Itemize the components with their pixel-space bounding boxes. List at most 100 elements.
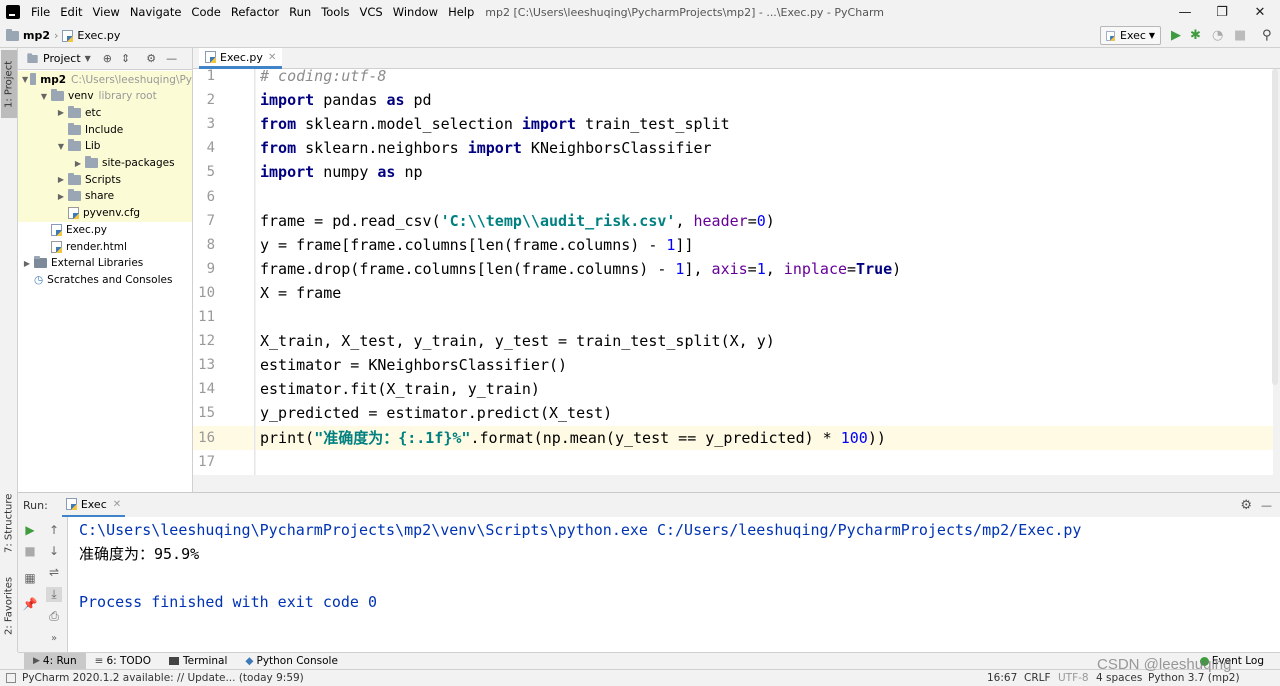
play-icon: ▶ — [33, 656, 40, 666]
chevron-down-icon[interactable]: ▼ — [39, 92, 49, 101]
scroll-to-end-icon[interactable]: ⤓ — [46, 587, 62, 602]
menu-refactor[interactable]: Refactor — [226, 5, 284, 19]
chevron-down-icon[interactable]: ▼ — [85, 54, 91, 63]
tree-item-label: Scripts — [85, 173, 121, 186]
menu-edit[interactable]: Edit — [55, 5, 87, 19]
tree-item[interactable]: ▶ share — [18, 187, 192, 205]
gear-icon[interactable]: ⚙ — [146, 52, 156, 65]
menu-code[interactable]: Code — [186, 5, 225, 19]
python-file-icon — [1106, 30, 1115, 41]
tree-item[interactable]: ▼ mp2 C:\Users\leeshuqing\Py — [18, 71, 192, 88]
run-icon[interactable]: ▶ — [1171, 28, 1181, 43]
chevron-right-icon[interactable]: ▶ — [56, 108, 66, 117]
line-number: 13 — [198, 357, 215, 374]
status-message[interactable]: PyCharm 2020.1.2 available: // Update...… — [22, 672, 304, 684]
code-line: import pandas as pd — [260, 88, 432, 112]
locate-icon[interactable]: ⊕ — [103, 52, 112, 65]
gear-icon[interactable]: ⚙ — [1240, 498, 1252, 513]
chevron-down-icon[interactable]: ▼ — [56, 142, 66, 151]
tab-terminal[interactable]: Terminal — [160, 653, 236, 670]
menu-tools[interactable]: Tools — [316, 5, 354, 19]
stop-icon[interactable]: ■ — [1234, 28, 1246, 43]
tree-item[interactable]: Exec.py — [18, 221, 192, 238]
chevron-right-icon[interactable]: ▶ — [73, 159, 83, 168]
file-encoding[interactable]: UTF-8 — [1058, 672, 1089, 684]
breadcrumb-file[interactable]: Exec.py — [77, 29, 120, 42]
tree-item[interactable]: render.html — [18, 238, 192, 255]
menu-vcs[interactable]: VCS — [355, 5, 388, 19]
restore-icon[interactable]: ❐ — [1203, 0, 1241, 24]
code-token: )) — [867, 428, 886, 447]
tab-todo[interactable]: ≡ 6: TODO — [86, 653, 160, 670]
rerun-icon[interactable]: ▶ — [22, 523, 38, 537]
menu-bar: File Edit View Navigate Code Refactor Run Tools… — [26, 5, 479, 19]
tree-item[interactable]: ◷ Scratches and Consoles — [18, 271, 192, 288]
layout-icon[interactable]: ▦ — [22, 571, 38, 585]
watermark: CSDN @leeshuqing — [1097, 656, 1232, 673]
python-interpreter[interactable]: Python 3.7 (mp2) — [1148, 672, 1240, 684]
menu-help[interactable]: Help — [443, 5, 479, 19]
code-editor[interactable]: # coding:utf-8 import pandas as pd from sk… — [256, 69, 1273, 475]
chevron-down-icon: ▼ — [1148, 31, 1155, 40]
tab-run[interactable]: ▶ 4: Run — [24, 652, 86, 670]
breadcrumb-project[interactable]: mp2 — [23, 29, 50, 42]
tree-item[interactable]: ▼ Lib — [18, 137, 192, 155]
stop-icon[interactable]: ■ — [22, 544, 38, 558]
console-line: 准确度为：95.9% — [79, 545, 200, 563]
chevron-right-icon[interactable]: ▶ — [22, 259, 32, 268]
navigation-bar: mp2 › Exec.py Exec ▼ ▶ ✱ ◔ ■ ⚲ — [0, 24, 1280, 48]
chevron-right-icon[interactable]: ▶ — [56, 192, 66, 201]
run-tab-exec[interactable]: Exec ✕ — [61, 493, 126, 517]
menu-view[interactable]: View — [88, 5, 125, 19]
code-token: import — [260, 91, 315, 110]
line-separator[interactable]: CRLF — [1024, 672, 1051, 684]
tree-item[interactable]: ▶ External Libraries — [18, 255, 192, 272]
code-line: y_predicted = estimator.predict(X_test) — [260, 401, 612, 425]
caret-position[interactable]: 16:67 — [987, 672, 1017, 684]
indent-setting[interactable]: 4 spaces — [1096, 672, 1142, 684]
close-icon[interactable]: ✕ — [268, 52, 276, 63]
tab-python-console[interactable]: ◆ Python Console — [236, 653, 347, 670]
more-icon[interactable]: » — [46, 633, 62, 644]
tree-item[interactable]: pyvenv.cfg — [18, 204, 192, 222]
tree-item[interactable]: ▶ etc — [18, 104, 192, 122]
tree-item[interactable]: ▶ Scripts — [18, 171, 192, 189]
tab-project[interactable]: 1: Project — [1, 50, 17, 118]
pycharm-logo-icon — [6, 5, 20, 19]
editor-scrollbar[interactable] — [1272, 69, 1278, 385]
print-icon[interactable]: ⎙ — [46, 609, 62, 624]
menu-file[interactable]: File — [26, 5, 55, 19]
project-view-select[interactable]: Project — [43, 52, 81, 65]
soft-wrap-icon[interactable]: ⇌ — [46, 565, 62, 579]
hide-icon[interactable]: — — [1261, 499, 1272, 512]
pin-icon[interactable]: 📌 — [22, 597, 38, 611]
chevron-down-icon[interactable]: ▼ — [22, 75, 28, 84]
close-icon[interactable]: ✕ — [113, 499, 121, 510]
toggle-tool-windows-icon[interactable] — [6, 673, 16, 683]
coverage-icon[interactable]: ◔ — [1212, 28, 1223, 43]
code-token: 'C:\\temp\\audit_risk.csv' — [440, 211, 676, 230]
tab-structure[interactable]: 7: Structure — [1, 488, 17, 558]
up-arrow-icon[interactable]: ↑ — [46, 523, 62, 537]
tree-item[interactable]: ▶ site-packages — [18, 154, 192, 172]
search-icon[interactable]: ⚲ — [1262, 28, 1272, 43]
menu-run[interactable]: Run — [284, 5, 316, 19]
menu-navigate[interactable]: Navigate — [125, 5, 187, 19]
collapse-all-icon[interactable]: ⇕ — [121, 52, 130, 65]
debug-icon[interactable]: ✱ — [1190, 28, 1201, 43]
tab-exec-py[interactable]: Exec.py ✕ — [199, 48, 283, 69]
line-number: 6 — [206, 188, 215, 205]
tree-item[interactable]: ▼ venv library root — [18, 87, 192, 105]
run-config-select[interactable]: Exec ▼ — [1100, 26, 1161, 45]
tab-favorites[interactable]: 2: Favorites — [1, 570, 17, 642]
terminal-icon — [169, 657, 180, 665]
tree-item[interactable]: Include — [18, 121, 192, 139]
hide-icon[interactable]: — — [166, 52, 177, 65]
close-icon[interactable]: ✕ — [1241, 0, 1279, 24]
menu-window[interactable]: Window — [388, 5, 443, 19]
code-line: X_train, X_test, y_train, y_test = train… — [260, 329, 775, 353]
code-token: , — [675, 211, 694, 230]
chevron-right-icon[interactable]: ▶ — [56, 175, 66, 184]
down-arrow-icon[interactable]: ↓ — [46, 544, 62, 558]
minimize-icon[interactable]: — — [1166, 0, 1204, 24]
